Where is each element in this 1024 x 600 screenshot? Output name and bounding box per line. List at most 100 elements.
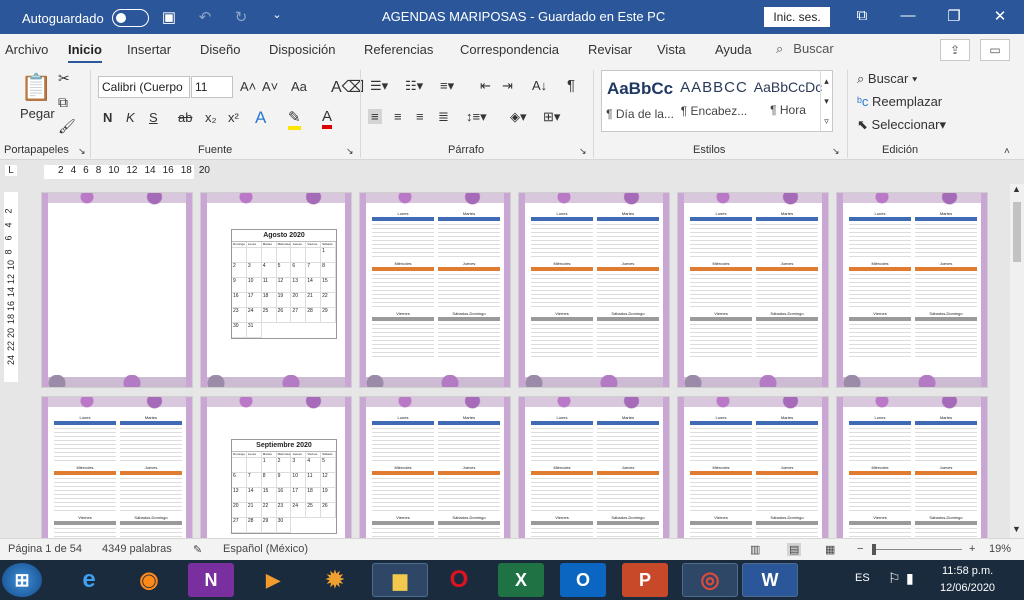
signin-button[interactable]: Inic. ses.: [764, 7, 830, 27]
clock-time[interactable]: 11:58 p.m.: [942, 565, 993, 577]
read-mode-icon[interactable]: ▥: [750, 543, 760, 556]
document-page[interactable]: Lunes Martes Miércoles Jueves Viernes Sábados…: [677, 192, 829, 388]
flag-icon[interactable]: ⚐: [888, 570, 901, 587]
superscript-button[interactable]: x²: [228, 110, 239, 125]
opera-icon[interactable]: O: [436, 563, 482, 597]
font-size-combo[interactable]: 11: [191, 76, 233, 98]
font-name-combo[interactable]: Calibri (Cuerpo: [98, 76, 190, 98]
tab-insertar[interactable]: Insertar: [127, 42, 171, 57]
zoom-in-icon[interactable]: +: [969, 543, 975, 555]
zoom-out-icon[interactable]: −: [857, 543, 863, 555]
find-button[interactable]: ⌕ Buscar ▾: [857, 71, 917, 87]
document-canvas[interactable]: Agosto 2020 Domingo Lunes Martes Miércoles Ju…: [20, 184, 1010, 538]
comments-button[interactable]: ▭: [980, 39, 1010, 61]
excel-icon[interactable]: X: [498, 563, 544, 597]
save-icon[interactable]: ▣: [160, 8, 178, 26]
restore-icon[interactable]: ❐: [944, 7, 964, 25]
grow-font-icon[interactable]: A˄: [240, 79, 256, 94]
settings-app-icon[interactable]: ✹: [312, 563, 358, 597]
document-page[interactable]: Lunes Martes Miércoles Jueves Viernes Sábados…: [836, 396, 988, 538]
vertical-scrollbar[interactable]: ▲ ▼: [1010, 184, 1024, 538]
change-case-button[interactable]: Aa: [291, 79, 307, 94]
zoom-slider-knob[interactable]: [871, 544, 876, 555]
cut-icon[interactable]: ✂: [58, 70, 70, 87]
paste-icon[interactable]: 📋: [20, 72, 52, 106]
undo-icon[interactable]: ↶: [196, 8, 214, 26]
proofing-icon[interactable]: ✎: [193, 543, 202, 556]
outlook-icon[interactable]: O: [560, 563, 606, 597]
format-painter-icon[interactable]: 🖌: [58, 118, 76, 135]
language-status[interactable]: Español (México): [223, 543, 308, 555]
close-icon[interactable]: ✕: [990, 7, 1010, 25]
increase-indent-icon[interactable]: ⇥: [502, 78, 513, 94]
subscript-button[interactable]: x₂: [205, 110, 217, 125]
zoom-level[interactable]: 19%: [989, 543, 1011, 555]
shading-icon[interactable]: ◈▾: [510, 109, 527, 125]
minimize-icon[interactable]: —: [898, 7, 918, 24]
tab-correspondencia[interactable]: Correspondencia: [460, 42, 559, 57]
align-left-icon[interactable]: ≡: [368, 109, 382, 124]
word-icon[interactable]: W: [742, 563, 798, 597]
style-item-dia[interactable]: AaBbCc ¶ Día de la...: [604, 79, 676, 121]
tab-referencias[interactable]: Referencias: [364, 42, 433, 57]
strikethrough-button[interactable]: ab: [178, 110, 192, 125]
justify-icon[interactable]: ≣: [438, 109, 449, 125]
web-layout-icon[interactable]: ▦: [825, 543, 835, 556]
zoom-slider[interactable]: [872, 549, 962, 550]
tab-ayuda[interactable]: Ayuda: [715, 42, 752, 57]
internet-explorer-icon[interactable]: e: [66, 563, 112, 597]
clipboard-launcher-icon[interactable]: ↘: [78, 146, 86, 157]
font-launcher-icon[interactable]: ↘: [346, 146, 354, 157]
scroll-thumb[interactable]: [1013, 202, 1021, 262]
document-page[interactable]: [41, 192, 193, 388]
document-page[interactable]: Agosto 2020 Domingo Lunes Martes Miércoles Ju…: [200, 192, 352, 388]
collapse-ribbon-icon[interactable]: ˄: [1004, 146, 1010, 157]
horizontal-ruler[interactable]: 2 4 6 8 10 12 14 16 18 20: [44, 165, 210, 179]
redo-icon[interactable]: ↻: [232, 8, 250, 26]
select-button[interactable]: ⬉ Seleccionar▾: [857, 117, 946, 133]
document-page[interactable]: Lunes Martes Miércoles Jueves Viernes Sábados…: [359, 396, 511, 538]
media-player-icon[interactable]: ▶: [250, 563, 296, 597]
decrease-indent-icon[interactable]: ⇤: [480, 78, 491, 94]
bullets-icon[interactable]: ☰▾: [370, 78, 388, 94]
print-layout-icon[interactable]: ▤: [787, 543, 802, 556]
shrink-font-icon[interactable]: A˅: [262, 79, 278, 94]
word-count[interactable]: 4349 palabras: [102, 543, 172, 555]
text-effects-icon[interactable]: A: [255, 108, 266, 128]
paste-label[interactable]: Pegar: [20, 106, 55, 121]
page-count[interactable]: Página 1 de 54: [8, 543, 82, 555]
share-button[interactable]: ⇪: [940, 39, 970, 61]
tab-diseno[interactable]: Diseño: [200, 42, 240, 57]
scroll-down-icon[interactable]: ▼: [1012, 524, 1021, 534]
font-color-icon[interactable]: A: [322, 108, 333, 129]
powerpoint-icon[interactable]: P: [622, 563, 668, 597]
language-indicator[interactable]: ES: [855, 572, 870, 584]
bold-button[interactable]: N: [103, 110, 112, 125]
onenote-icon[interactable]: N: [188, 563, 234, 597]
document-page[interactable]: Lunes Martes Miércoles Jueves Viernes Sábados…: [359, 192, 511, 388]
style-item-hora[interactable]: AaBbCcDc ¶ Hora: [752, 79, 824, 117]
show-marks-button[interactable]: ¶: [567, 77, 575, 94]
paragraph-launcher-icon[interactable]: ↘: [579, 146, 587, 157]
firefox-icon[interactable]: ◉: [126, 563, 172, 597]
align-center-icon[interactable]: ≡: [394, 109, 402, 124]
document-page[interactable]: Lunes Martes Miércoles Jueves Viernes Sábados…: [41, 396, 193, 538]
highlight-icon[interactable]: ✎: [288, 108, 301, 130]
vertical-ruler[interactable]: 2 4 6 8 10 12 14 16 18 20 22 24: [4, 192, 18, 382]
file-explorer-icon[interactable]: ▆: [372, 563, 428, 597]
tab-revisar[interactable]: Revisar: [588, 42, 632, 57]
document-page[interactable]: Lunes Martes Miércoles Jueves Viernes Sábados…: [518, 396, 670, 538]
start-icon[interactable]: ⊞: [2, 563, 42, 597]
document-page[interactable]: Septiembre 2020 Domingo Lunes Martes Miércol…: [200, 396, 352, 538]
scroll-up-icon[interactable]: ▲: [1012, 184, 1021, 194]
autosave-toggle[interactable]: [111, 9, 149, 27]
line-spacing-icon[interactable]: ↕≡▾: [466, 109, 487, 125]
tab-archivo[interactable]: Archivo: [5, 42, 48, 57]
underline-button[interactable]: S: [149, 110, 158, 125]
clock-date[interactable]: 12/06/2020: [940, 582, 995, 594]
numbering-icon[interactable]: ☷▾: [405, 78, 423, 94]
customize-qat-icon[interactable]: ⌄: [268, 8, 286, 26]
styles-launcher-icon[interactable]: ↘: [832, 146, 840, 157]
chrome-icon[interactable]: ◎: [682, 563, 738, 597]
tab-selector-icon[interactable]: L: [5, 165, 17, 176]
